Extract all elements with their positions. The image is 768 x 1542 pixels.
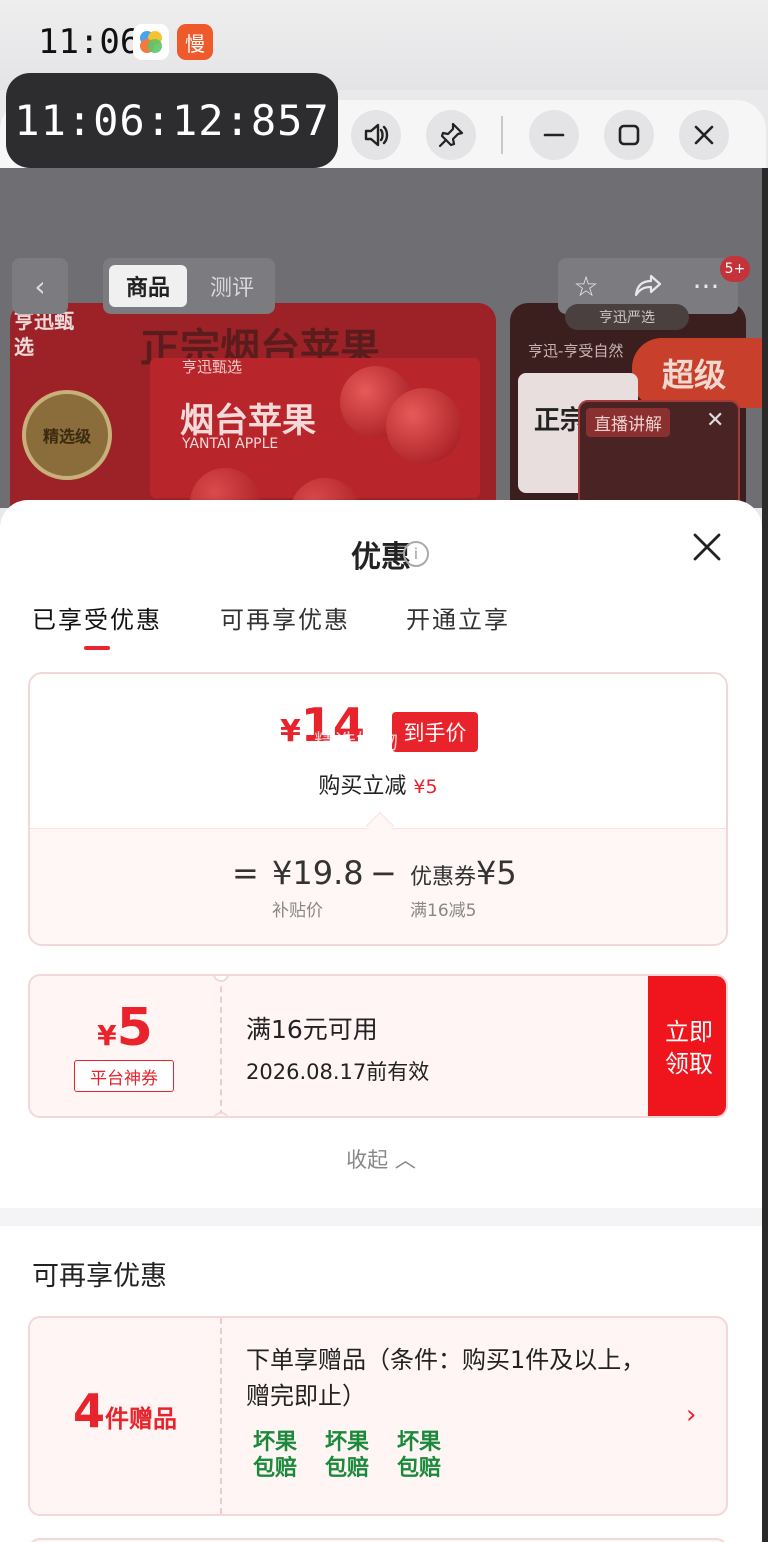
coupon-amount-value: 5 <box>116 998 153 1058</box>
gift-tag: 坏果包赔 <box>396 1430 441 1481</box>
store-pill[interactable]: 亨迅严选 <box>565 304 689 330</box>
gift-tag: 坏果包赔 <box>324 1430 369 1481</box>
gift-count-unit: 件赠品 <box>105 1405 177 1433</box>
gift-count: 4件赠品 <box>30 1384 220 1438</box>
subsidy-label: 补贴价 <box>272 901 323 921</box>
coupon-value-line: 优惠券¥5 <box>410 854 517 892</box>
coupon-label: 优惠券 <box>410 865 477 890</box>
apple-image <box>386 388 462 464</box>
hero2-badge: 超级 <box>632 338 762 408</box>
live-label: 直播讲解 <box>586 408 670 437</box>
gift-offer-card[interactable]: 4件赠品 下单享赠品（条件：购买1件及以上，赠完即止） 坏果包赔坏果包赔坏果包赔… <box>28 1316 728 1516</box>
grade-medal: 精选级 <box>22 390 112 480</box>
tab-review[interactable]: 测评 <box>193 265 271 307</box>
share-icon[interactable] <box>628 266 668 306</box>
final-price-tag: 到手价 <box>392 712 478 752</box>
price-overlay-text: 精选好物 <box>314 730 398 754</box>
collapse-toggle[interactable]: 收起 ︿ <box>0 1144 762 1174</box>
price-breakdown-card: ¥14 到手价 精选好物 购买立减 ¥5 = ¥19.8 补贴价 − 优惠券¥5… <box>28 672 728 946</box>
product-tabs: 商品 测评 <box>103 258 275 314</box>
section-gap <box>0 1208 762 1226</box>
subsidy-price: ¥19.8 <box>272 854 364 892</box>
maximize-icon[interactable] <box>604 110 654 160</box>
gift-divider <box>220 1318 222 1514</box>
window-bar-divider <box>501 116 503 154</box>
coupon-notch-bottom <box>213 1112 229 1116</box>
tab-activate-discounts[interactable]: 开通立享 <box>406 600 510 635</box>
tab-enjoyed-discounts[interactable]: 已享受优惠 <box>32 600 162 635</box>
tab-product[interactable]: 商品 <box>109 265 187 307</box>
back-button[interactable]: ‹ <box>12 258 68 314</box>
coupon-notch-top <box>213 976 229 982</box>
info-icon[interactable]: i <box>403 541 429 567</box>
box-title: 烟台苹果 <box>180 401 316 441</box>
coupon-currency: ¥ <box>97 1019 117 1052</box>
minus-sign: − <box>370 854 397 892</box>
coupon-divider <box>220 976 222 1116</box>
coupon-value: ¥5 <box>476 854 517 892</box>
status-clock: 11:06 <box>38 22 141 62</box>
coupon-kind-badge: 平台神券 <box>74 1060 174 1092</box>
coupon-rule: 满16减5 <box>410 901 477 921</box>
coupon-validity: 2026.08.17前有效 <box>246 1060 430 1084</box>
discount-label: 购买立减 <box>318 774 407 799</box>
stopwatch-display: 11:06:12:857 <box>6 73 338 168</box>
final-price-currency: ¥ <box>280 714 301 749</box>
sound-icon[interactable] <box>351 110 401 160</box>
brand-side-label: 亨迅甄选 <box>14 309 74 359</box>
gift-tags: 坏果包赔坏果包赔坏果包赔 <box>246 1430 462 1482</box>
minimize-icon[interactable] <box>529 110 579 160</box>
box-brand: 亨迅甄选 <box>182 358 243 376</box>
discount-amount: ¥5 <box>413 776 438 798</box>
section-title-more-discounts: 可再享优惠 <box>32 1261 167 1292</box>
product-page-background: 亨迅甄选 精选级 正宗烟台苹果 亨迅甄选 烟台苹果 YANTAI APPLE ‹… <box>0 168 764 508</box>
equals-sign: = <box>232 854 259 892</box>
pinwheel-app-icon <box>133 24 169 60</box>
sheet-title: 优惠 <box>351 540 411 575</box>
discount-sheet: 优惠 i 已享受优惠 可再享优惠 开通立享 ¥14 到手价 精选好物 购买立减 … <box>0 500 762 1542</box>
cart-count-badge: 5+ <box>720 256 750 282</box>
favorite-star-icon[interactable]: ☆ <box>566 266 606 306</box>
hero2-text: 亨迅-亨受自然 <box>528 342 624 360</box>
box-subtitle: YANTAI APPLE <box>182 436 279 452</box>
claim-coupon-button[interactable]: 立即领取 <box>648 976 726 1116</box>
close-icon[interactable] <box>692 530 722 568</box>
pin-icon[interactable] <box>426 110 476 160</box>
slow-app-icon: 慢 <box>177 24 213 60</box>
next-offer-card[interactable] <box>28 1538 728 1542</box>
gift-tag: 坏果包赔 <box>252 1430 297 1481</box>
chevron-right-icon[interactable]: › <box>686 1400 696 1430</box>
window-edge <box>762 168 768 1542</box>
gift-count-number: 4 <box>72 1384 105 1438</box>
coupon-condition: 满16元可用 <box>246 1015 378 1044</box>
tab-more-discounts[interactable]: 可再享优惠 <box>220 600 350 635</box>
active-tab-indicator <box>84 646 110 650</box>
platform-coupon-card: ¥5 平台神券 满16元可用 2026.08.17前有效 立即领取 <box>28 974 728 1118</box>
live-close-icon[interactable]: ✕ <box>706 408 724 433</box>
discount-tabs: 已享受优惠 可再享优惠 开通立享 <box>0 600 762 652</box>
gift-description: 下单享赠品（条件：购买1件及以上，赠完即止） <box>246 1346 646 1410</box>
discount-line: 购买立减 ¥5 <box>30 768 726 800</box>
close-window-icon[interactable] <box>679 110 729 160</box>
coupon-amount: ¥5 <box>30 998 220 1058</box>
